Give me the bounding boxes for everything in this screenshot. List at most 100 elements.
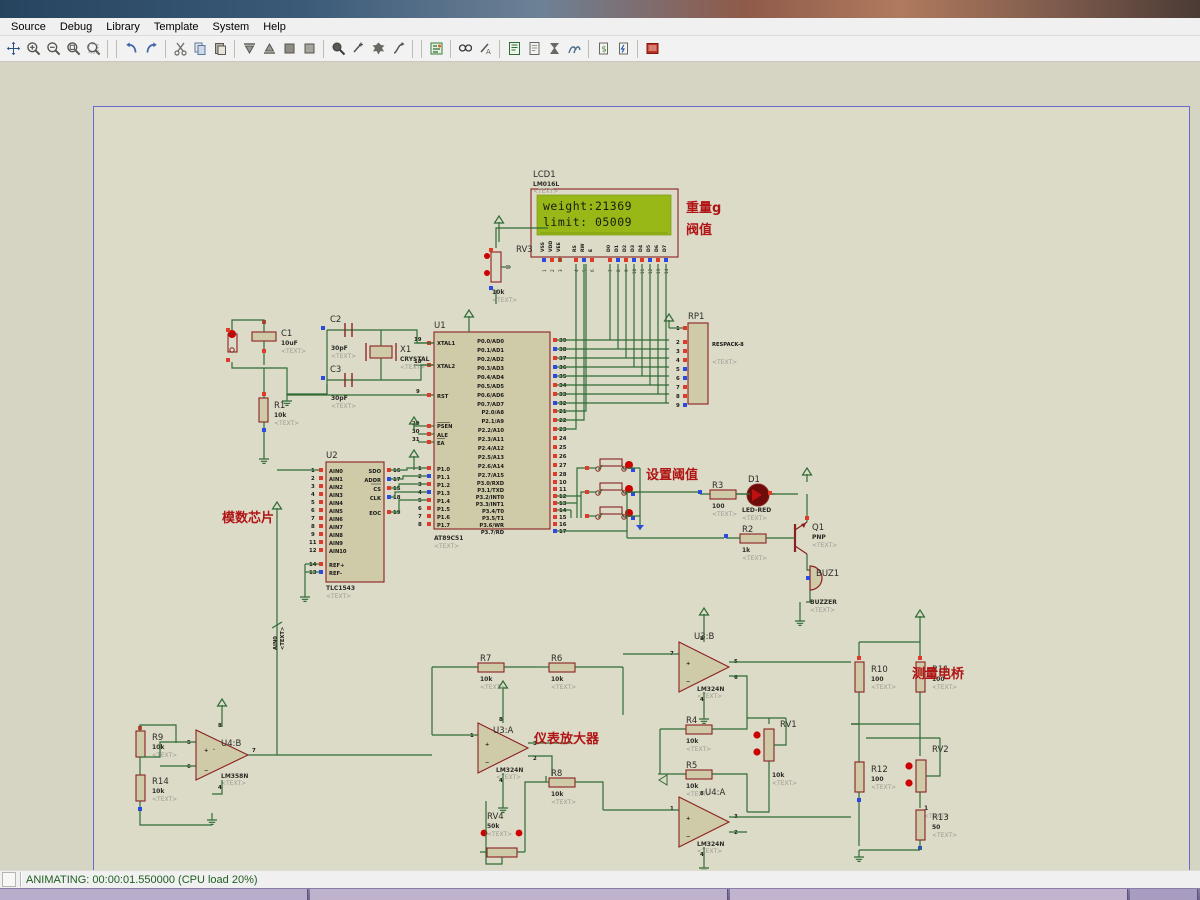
zoom-fit-icon[interactable] <box>83 38 103 59</box>
svg-text:<TEXT>: <TEXT> <box>697 848 722 855</box>
svg-text:C3: C3 <box>330 365 341 375</box>
svg-text:14: 14 <box>309 562 317 568</box>
svg-text:LCD1: LCD1 <box>533 170 556 180</box>
menu-item-debug[interactable]: Debug <box>53 19 99 35</box>
svg-text:XTAL2: XTAL2 <box>437 364 455 370</box>
menu-item-help[interactable]: Help <box>256 19 293 35</box>
copy-icon[interactable] <box>190 38 210 59</box>
svg-text:R4: R4 <box>686 716 697 726</box>
svg-text:AIN4: AIN4 <box>329 501 343 507</box>
ares-icon[interactable] <box>642 38 662 59</box>
block-move-icon[interactable] <box>299 38 319 59</box>
svg-text:30pF: 30pF <box>331 345 348 352</box>
gate-icon[interactable] <box>368 38 388 59</box>
svg-text:27: 27 <box>559 463 567 469</box>
svg-text:7: 7 <box>418 514 422 520</box>
svg-text:PSEN: PSEN <box>437 424 452 430</box>
taskbar-button[interactable] <box>1130 888 1198 900</box>
svg-text:RV4: RV4 <box>487 812 504 822</box>
svg-text:<TEXT>: <TEXT> <box>812 542 837 549</box>
svg-text:AIN0: AIN0 <box>329 469 343 475</box>
svg-text:U4:A: U4:A <box>705 788 725 798</box>
zoom-out-icon[interactable] <box>43 38 63 59</box>
status-indicator-cell <box>2 872 16 887</box>
taskbar-button[interactable] <box>0 888 309 900</box>
svg-text:<TEXT>: <TEXT> <box>274 420 299 427</box>
menu-item-system[interactable]: System <box>206 19 257 35</box>
zoom-object-icon[interactable] <box>328 38 348 59</box>
svg-text:7: 7 <box>311 516 315 522</box>
menu-item-source[interactable]: Source <box>4 19 53 35</box>
svg-text:3: 3 <box>676 349 680 355</box>
svg-text:P1.0: P1.0 <box>437 467 450 473</box>
svg-text:REF+: REF+ <box>329 563 344 569</box>
netlist-compile-icon[interactable] <box>544 38 564 59</box>
svg-text:.: . <box>213 743 216 753</box>
svg-text:<TEXT>: <TEXT> <box>742 555 767 562</box>
gnd-symbol-u4b <box>206 812 218 826</box>
taskbar-button[interactable] <box>310 888 729 900</box>
svg-text:1: 1 <box>470 733 474 739</box>
menu-item-template[interactable]: Template <box>147 19 206 35</box>
align-bottom-icon[interactable] <box>259 38 279 59</box>
menu-item-library[interactable]: Library <box>99 19 147 35</box>
svg-text:2: 2 <box>311 476 315 482</box>
svg-text:6: 6 <box>311 508 315 514</box>
svg-text:LM358N: LM358N <box>221 773 248 780</box>
r6-resistor: R6 10k <TEXT> <box>538 654 623 691</box>
toolbar-separator <box>450 39 451 58</box>
svg-text:5: 5 <box>418 498 422 504</box>
redo-icon[interactable] <box>141 38 161 59</box>
pan-icon[interactable] <box>3 38 23 59</box>
align-top-icon[interactable] <box>239 38 259 59</box>
adc-chip-annotation: 模数芯片 <box>222 510 274 526</box>
cut-icon[interactable] <box>170 38 190 59</box>
schematic-canvas[interactable]: .w { stroke:#2f6b35; stroke-width:1.2; f… <box>0 62 1200 870</box>
property-assign-icon[interactable]: A <box>475 38 495 59</box>
pick-device-icon[interactable] <box>348 38 368 59</box>
zoom-area-icon[interactable] <box>63 38 83 59</box>
svg-text:<TEXT>: <TEXT> <box>533 188 558 195</box>
block-copy-icon[interactable] <box>279 38 299 59</box>
svg-text:1: 1 <box>676 326 680 332</box>
svg-text:P2.3/A11: P2.3/A11 <box>478 437 505 443</box>
route-icon[interactable] <box>388 38 408 59</box>
svg-text:100: 100 <box>871 776 884 783</box>
lcd-line-2: limit: 05009 <box>543 215 632 229</box>
find-icon[interactable] <box>455 38 475 59</box>
svg-text:2: 2 <box>734 830 738 836</box>
zoom-in-icon[interactable] <box>23 38 43 59</box>
taskbar-button[interactable] <box>730 888 1129 900</box>
svg-text:39: 39 <box>559 338 567 344</box>
gnd-symbol-bridge <box>853 849 865 863</box>
svg-text:XTAL1: XTAL1 <box>437 341 455 347</box>
svg-text:AIN0: AIN0 <box>273 636 279 650</box>
toolbar-separator <box>234 39 235 58</box>
vcc-symbol-u1 <box>463 309 475 325</box>
paste-icon[interactable] <box>210 38 230 59</box>
svg-text:P0.0/AD0: P0.0/AD0 <box>477 339 504 345</box>
schematic-drawing: .w { stroke:#2f6b35; stroke-width:1.2; f… <box>135 170 965 870</box>
svg-text:+: + <box>686 661 690 667</box>
svg-text:P0.6/AD6: P0.6/AD6 <box>477 393 504 399</box>
reset-network: C1 10uF <TEXT> R1 10k <TEXT> <box>226 319 414 452</box>
design-explorer-icon[interactable] <box>564 38 584 59</box>
svg-text:<TEXT>: <TEXT> <box>331 403 356 410</box>
bill-of-materials-icon[interactable] <box>504 38 524 59</box>
svg-text:P0.5/AD5: P0.5/AD5 <box>477 384 504 390</box>
svg-text:16: 16 <box>393 468 401 474</box>
undo-icon[interactable] <box>121 38 141 59</box>
svg-text:<TEXT>: <TEXT> <box>331 353 356 360</box>
new-sheet-icon[interactable]: $ <box>593 38 613 59</box>
svg-text:<TEXT>: <TEXT> <box>152 796 177 803</box>
report-icon[interactable] <box>524 38 544 59</box>
r7-resistor: R7 10k <TEXT> <box>431 654 538 735</box>
svg-text:TLC1543: TLC1543 <box>326 585 355 592</box>
svg-text:RST: RST <box>437 394 449 400</box>
svg-text:3: 3 <box>558 269 563 272</box>
netlist-icon[interactable] <box>426 38 446 59</box>
svg-text:BUZZER: BUZZER <box>810 599 837 606</box>
svg-text:<TEXT>: <TEXT> <box>480 684 505 691</box>
svg-text:D1: D1 <box>614 245 620 252</box>
remove-sheet-icon[interactable] <box>613 38 633 59</box>
